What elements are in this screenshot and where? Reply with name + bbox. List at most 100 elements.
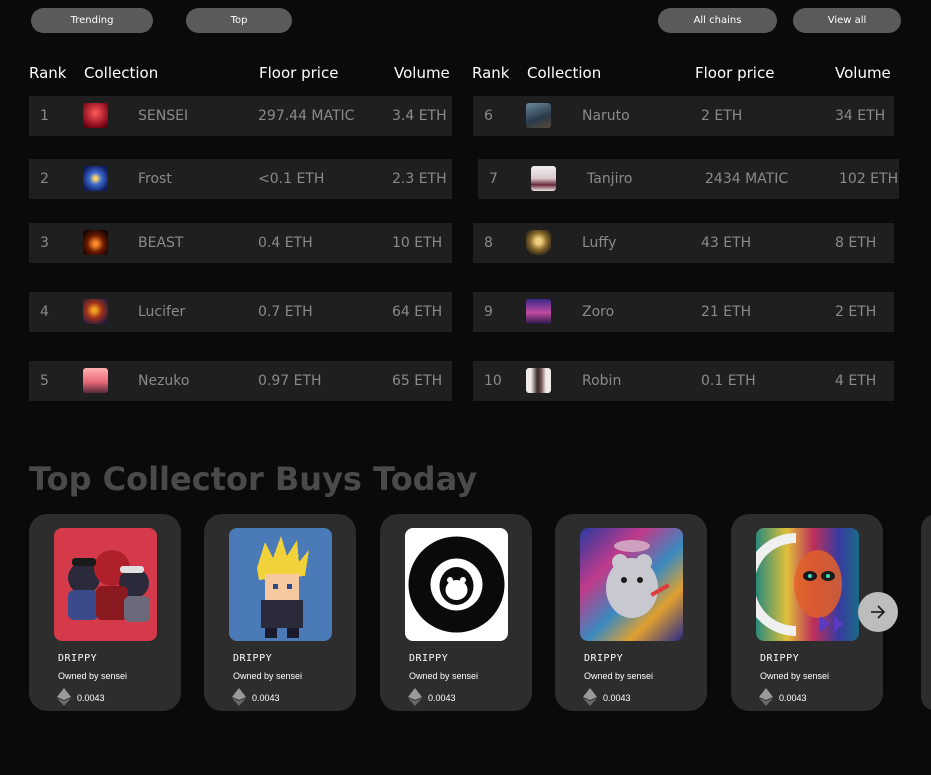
filter-trending-button[interactable]: Trending [31,8,153,33]
rank-value: 8 [484,235,493,251]
floor-price: <0.1 ETH [258,171,325,187]
table-row[interactable]: 6 Naruto 2 ETH 34 ETH [473,96,894,136]
card-price: 0.0043 [77,693,105,703]
rank-value: 9 [484,304,493,320]
volume-value: 34 ETH [835,108,886,124]
collection-thumbnail [526,368,551,393]
table-row[interactable]: 2 Frost <0.1 ETH 2.3 ETH [29,159,452,199]
table-row[interactable]: 8 Luffy 43 ETH 8 ETH [473,223,894,263]
collection-thumbnail [83,230,108,255]
floor-price: 0.7 ETH [258,304,313,320]
collection-name: BEAST [138,235,184,251]
volume-value: 2.3 ETH [392,171,447,187]
collection-name: Frost [138,171,172,187]
volume-value: 2 ETH [835,304,877,320]
floor-price: 297.44 MATIC [258,108,355,124]
nft-card[interactable]: DRIPPY Owned by sensei 0.0043 [380,514,532,711]
table-row[interactable]: 5 Nezuko 0.97 ETH 65 ETH [29,361,452,401]
volume-value: 102 ETH [839,171,899,187]
collection-thumbnail [526,103,551,128]
card-owner: Owned by sensei [760,671,830,681]
rank-value: 4 [40,304,49,320]
collection-name: Lucifer [138,304,186,320]
section-title: Top Collector Buys Today [29,460,478,498]
view-all-button[interactable]: View all [793,8,901,33]
floor-price: 21 ETH [701,304,752,320]
table-row[interactable]: 1 SENSEI 297.44 MATIC 3.4 ETH [29,96,452,136]
card-price: 0.0043 [252,693,280,703]
rank-value: 6 [484,108,493,124]
card-price: 0.0043 [779,693,807,703]
collection-name: Nezuko [138,373,190,389]
chevron-right-icon [871,605,886,619]
rank-value: 3 [40,235,49,251]
nft-card[interactable]: DRIPPY Owned by sensei 0.0043 [555,514,707,711]
nft-card[interactable]: DRIPPY Owned by sensei 0.0043 [29,514,181,711]
header-collection: Collection [527,64,602,82]
bored-ape-logo [405,528,508,641]
collection-name: Robin [582,373,622,389]
red-crew-art [54,528,157,641]
card-owner: Owned by sensei [58,671,128,681]
floor-price: 2 ETH [701,108,743,124]
header-floor-price: Floor price [259,64,339,82]
rank-value: 5 [40,373,49,389]
collection-name: Tanjiro [587,171,633,187]
card-name: DRIPPY [58,653,98,664]
collection-thumbnail [526,230,551,255]
rank-value: 7 [489,171,498,187]
collection-name: Naruto [582,108,630,124]
pixel-hero-art [229,528,332,641]
collection-thumbnail [526,299,551,324]
volume-value: 64 ETH [392,304,443,320]
nft-card[interactable]: DRIPPY Owned by sensei 0.0043 [204,514,356,711]
table-row[interactable]: 3 BEAST 0.4 ETH 10 ETH [29,223,452,263]
ethereum-icon [583,688,597,706]
header-collection: Collection [84,64,159,82]
rank-value: 1 [40,108,49,124]
filter-top-button[interactable]: Top [186,8,292,33]
collection-name: Luffy [582,235,617,251]
volume-value: 4 ETH [835,373,877,389]
ethereum-icon [408,688,422,706]
table-row[interactable]: 4 Lucifer 0.7 ETH 64 ETH [29,292,452,332]
ethereum-icon [57,688,71,706]
rank-value: 10 [484,373,502,389]
collection-thumbnail [83,166,108,191]
card-name: DRIPPY [760,653,800,664]
floor-price: 0.4 ETH [258,235,313,251]
floor-price: 2434 MATIC [705,171,789,187]
collection-thumbnail [83,368,108,393]
collection-thumbnail [531,166,556,191]
volume-value: 8 ETH [835,235,877,251]
table-row[interactable]: 9 Zoro 21 ETH 2 ETH [473,292,894,332]
collection-thumbnail [83,299,108,324]
card-price: 0.0043 [428,693,456,703]
floor-price: 43 ETH [701,235,752,251]
card-name: DRIPPY [233,653,273,664]
card-owner: Owned by sensei [584,671,654,681]
header-floor-price: Floor price [695,64,775,82]
all-chains-button[interactable]: All chains [658,8,777,33]
collection-thumbnail [83,103,108,128]
psychedelic-face-art [756,528,859,641]
volume-value: 10 ETH [392,235,443,251]
bear-collage-art [580,528,683,641]
carousel-next-button[interactable] [858,592,898,632]
nft-card-partial[interactable] [921,514,931,711]
ethereum-icon [232,688,246,706]
card-price: 0.0043 [603,693,631,703]
card-name: DRIPPY [584,653,624,664]
rank-value: 2 [40,171,49,187]
table-row[interactable]: 10 Robin 0.1 ETH 4 ETH [473,361,894,401]
floor-price: 0.97 ETH [258,373,322,389]
card-owner: Owned by sensei [233,671,303,681]
table-row[interactable]: 7 Tanjiro 2434 MATIC 102 ETH [478,159,899,199]
header-volume: Volume [835,64,891,82]
floor-price: 0.1 ETH [701,373,756,389]
header-volume: Volume [394,64,450,82]
volume-value: 65 ETH [392,373,443,389]
card-owner: Owned by sensei [409,671,479,681]
collection-name: SENSEI [138,108,189,124]
card-name: DRIPPY [409,653,449,664]
